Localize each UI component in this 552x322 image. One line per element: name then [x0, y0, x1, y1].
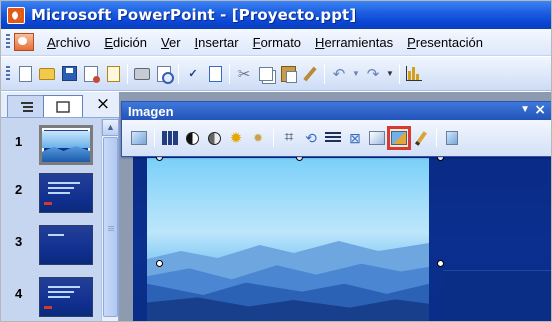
scroll-thumb[interactable] [103, 137, 118, 317]
reset-picture-icon[interactable] [442, 128, 462, 148]
more-contrast-icon[interactable] [182, 128, 202, 148]
slide-icon [56, 100, 70, 113]
document-icon[interactable] [14, 33, 34, 51]
thumbnails-scrollbar[interactable]: ▲ [101, 119, 119, 321]
menu-presentacion[interactable]: Presentación [400, 35, 490, 50]
spelling-icon[interactable]: ✓ [184, 65, 202, 83]
email-icon[interactable] [104, 65, 122, 83]
picture-toolbar-buttons: ✹ ✹ ⌗ ⟲ ⊠ [122, 120, 551, 156]
save-icon[interactable] [60, 65, 78, 83]
menu-archivo[interactable]: Archivo [40, 35, 97, 50]
toolbar-separator [229, 63, 230, 84]
slides-tab[interactable] [43, 95, 83, 117]
selected-picture[interactable] [147, 158, 429, 321]
permission-icon[interactable] [82, 65, 100, 83]
toolbar-separator [178, 63, 179, 84]
scroll-up-arrow-icon[interactable]: ▲ [102, 119, 119, 136]
toolbar-options-dropdown-icon[interactable]: ▼ [520, 104, 530, 115]
slide-thumbnail[interactable] [39, 277, 93, 317]
toolbar-close-icon[interactable]: × [534, 102, 546, 118]
slide-thumbnail[interactable] [39, 125, 93, 165]
line-style-icon[interactable] [323, 128, 343, 148]
picture-toolbar: Imagen ▼ × ✹ ✹ ⌗ ⟲ ⊠ [121, 101, 551, 157]
menu-edicion[interactable]: Edición [97, 35, 154, 50]
open-icon[interactable] [38, 65, 56, 83]
slide-thumbnail[interactable] [39, 225, 93, 265]
slide-thumbnail-row[interactable]: 4 [1, 271, 101, 317]
resize-handle-left[interactable] [156, 260, 163, 267]
format-painter-icon[interactable] [301, 65, 319, 83]
more-brightness-icon[interactable]: ✹ [226, 128, 246, 148]
less-brightness-icon[interactable]: ✹ [248, 128, 268, 148]
menu-ver[interactable]: Ver [154, 35, 188, 50]
panel-tabs: × [1, 92, 119, 118]
insert-chart-icon[interactable] [405, 65, 423, 83]
standard-toolbar: ✓ ✂ ↶ ▼ ↷ ▼ [1, 57, 551, 91]
toolbar-separator [273, 129, 274, 147]
undo-icon[interactable]: ↶ [330, 65, 348, 83]
toolbar-grip[interactable] [6, 65, 10, 82]
slide-thumbnail[interactable] [39, 173, 93, 213]
outline-tab[interactable] [7, 95, 47, 117]
picture-toolbar-title: Imagen [128, 103, 174, 119]
slide-number: 1 [15, 134, 23, 149]
window-title: Microsoft PowerPoint - [Proyecto.ppt] [31, 6, 357, 24]
toolbar-separator [399, 63, 400, 84]
slide-thumbnail-row[interactable]: 1 [1, 119, 101, 165]
slide-number: 4 [15, 286, 23, 301]
paste-icon[interactable] [279, 65, 297, 83]
slide-number: 2 [15, 182, 23, 197]
print-icon[interactable] [133, 65, 151, 83]
slides-panel: × 1 2 3 4 ▲ [1, 92, 119, 321]
menu-bar: Archivo Edición Ver Insertar Formato Her… [1, 29, 551, 56]
panel-close-icon[interactable]: × [95, 95, 111, 113]
recolor-picture-icon[interactable] [387, 126, 411, 150]
powerpoint-window: Microsoft PowerPoint - [Proyecto.ppt] Ar… [0, 0, 552, 322]
insert-picture-icon[interactable] [129, 128, 149, 148]
outline-icon [21, 101, 33, 112]
copy-icon[interactable] [257, 65, 275, 83]
slide-thumbnails: 1 2 3 4 [1, 119, 101, 321]
set-transparent-color-icon[interactable] [411, 128, 431, 148]
toolbar-separator [154, 129, 155, 147]
research-icon[interactable] [206, 65, 224, 83]
format-picture-icon[interactable] [367, 128, 387, 148]
undo-dropdown-icon[interactable]: ▼ [352, 65, 360, 83]
print-preview-icon[interactable] [155, 65, 174, 84]
menu-grip[interactable] [6, 34, 10, 50]
new-icon[interactable] [16, 65, 34, 83]
slide-thumbnail-row[interactable]: 2 [1, 167, 101, 213]
picture-toolbar-titlebar[interactable]: Imagen ▼ × [122, 102, 551, 120]
toolbar-separator [127, 63, 128, 84]
rotate-left-icon[interactable]: ⟲ [301, 128, 321, 148]
redo-icon[interactable]: ↷ [364, 65, 382, 83]
cut-icon[interactable]: ✂ [235, 65, 253, 83]
slide-background-shape [443, 270, 551, 321]
resize-handle-right[interactable] [437, 260, 444, 267]
color-icon[interactable] [160, 128, 180, 148]
toolbar-separator [324, 63, 325, 84]
menu-insertar[interactable]: Insertar [188, 35, 246, 50]
title-bar: Microsoft PowerPoint - [Proyecto.ppt] [1, 1, 551, 29]
redo-dropdown-icon[interactable]: ▼ [386, 65, 394, 83]
toolbar-separator [436, 129, 437, 147]
slide-number: 3 [15, 234, 23, 249]
slide-thumbnail-row[interactable]: 3 [1, 219, 101, 265]
compress-pictures-icon[interactable]: ⊠ [345, 128, 365, 148]
menu-formato[interactable]: Formato [246, 35, 308, 50]
menu-herramientas[interactable]: Herramientas [308, 35, 400, 50]
less-contrast-icon[interactable] [204, 128, 224, 148]
powerpoint-app-icon[interactable] [7, 6, 25, 24]
crop-icon[interactable]: ⌗ [279, 128, 299, 148]
